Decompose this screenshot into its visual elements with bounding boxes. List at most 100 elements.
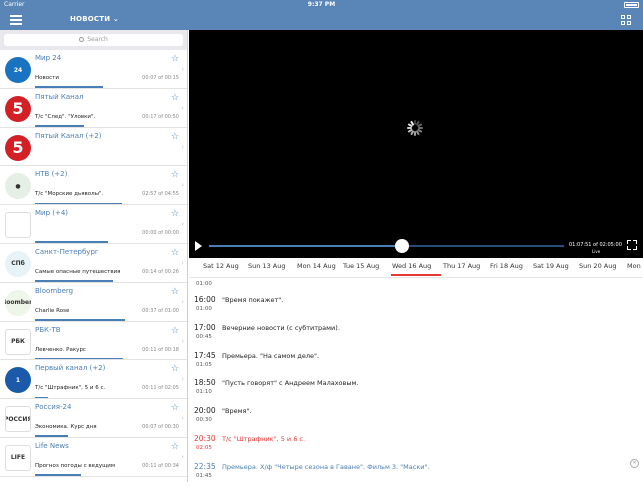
channel-logo <box>5 212 31 238</box>
search-placeholder: Search <box>87 36 108 43</box>
category-title: НОВОСТИ <box>70 15 110 23</box>
day-tab[interactable]: Sun 20 Aug <box>579 262 616 270</box>
favorite-star-icon[interactable]: ☆ <box>171 443 179 452</box>
channel-row[interactable]: СПбСанкт-ПетербургСамые опасные путешест… <box>0 244 187 283</box>
seek-handle[interactable] <box>395 239 409 253</box>
program-title: "Время покажет". <box>222 296 283 304</box>
day-tab[interactable]: Sat 12 Aug <box>203 262 239 270</box>
channel-logo: LIFE <box>5 445 31 471</box>
channel-row[interactable]: ●НТВ (+2)Т/с "Морские дьяволы".02:57 of … <box>0 166 187 205</box>
day-tab[interactable]: Wed 16 Aug <box>392 262 431 270</box>
channel-logo: 24 <box>5 57 31 83</box>
channel-row[interactable]: 5Пятый КаналТ/с "След". "Уловки".00:17 o… <box>0 89 187 128</box>
current-show: Т/с "След". "Уловки". <box>35 114 140 120</box>
day-tab[interactable]: Tue 15 Aug <box>343 262 379 270</box>
program-row[interactable]: 22:3501:45Премьера. Х/ф "Четыре сезона в… <box>189 459 643 487</box>
favorite-star-icon[interactable]: ☆ <box>171 404 179 413</box>
channel-name: Пятый Канал (+2) <box>35 132 101 140</box>
channel-row[interactable]: 5Пятый Канал (+2)☆› <box>0 128 187 167</box>
day-tab[interactable]: Thu 17 Aug <box>443 262 480 270</box>
status-bar: Carrier 9:37 PM <box>0 0 643 10</box>
favorite-star-icon[interactable]: ☆ <box>171 94 179 103</box>
favorite-star-icon[interactable]: ☆ <box>171 171 179 180</box>
show-progress-time: 00:14 of 00:26 <box>142 269 179 275</box>
favorite-star-icon[interactable]: ☆ <box>171 210 179 219</box>
day-tab[interactable]: Mon 14 Aug <box>297 262 336 270</box>
program-title: Вечерние новости (с субтитрами). <box>222 324 340 332</box>
show-progress-time: 00:37 of 01:00 <box>142 308 179 314</box>
program-row[interactable]: 20:3002:05Т/с "Штрафник", 5 и 6 с. <box>189 431 643 459</box>
program-start-time: 01:00 <box>196 281 212 287</box>
current-show: Charlie Rose <box>35 308 140 314</box>
program-duration: 00:30 <box>196 417 212 423</box>
video-player[interactable]: 01:07:51 of 02:05:00 Live <box>189 30 643 258</box>
program-title: Премьера. "На самом деле". <box>222 352 319 360</box>
channel-row[interactable]: Мир (+4)00:00 of 00:00☆› <box>0 205 187 244</box>
program-duration: 01:05 <box>196 362 212 368</box>
channel-name: Life News <box>35 442 69 450</box>
channel-row[interactable]: 24Мир 24Новости00:07 of 00:15☆› <box>0 50 187 89</box>
program-row[interactable]: 18:5001:10"Пусть говорят" с Андреем Мала… <box>189 375 643 403</box>
channel-row[interactable]: РОССИЯРоссия-24Экономика. Курс дня00:07 … <box>0 399 187 438</box>
favorite-star-icon[interactable]: ☆ <box>171 288 179 297</box>
channel-list: Search 24Мир 24Новости00:07 of 00:15☆›5П… <box>0 30 188 482</box>
day-tab[interactable]: Mon <box>627 262 641 270</box>
program-title: Премьера. Х/ф "Четыре сезона в Гаване". … <box>222 463 430 471</box>
current-show: Левченко. Ракурс <box>35 347 140 353</box>
favorite-star-icon[interactable]: ☆ <box>171 133 179 142</box>
channel-row[interactable]: BloombergBloombergCharlie Rose00:37 of 0… <box>0 283 187 322</box>
channel-row[interactable]: РБКРБК-ТВЛевченко. Ракурс00:11 of 00:18☆… <box>0 322 187 361</box>
chevron-right-icon: › <box>181 298 184 306</box>
favorite-star-icon[interactable]: ☆ <box>171 249 179 258</box>
channel-logo: РОССИЯ <box>5 406 31 432</box>
play-icon[interactable] <box>195 241 202 251</box>
current-show: Т/с "Штрафник", 5 и 6 с. <box>35 385 140 391</box>
show-progress-bar <box>35 358 123 360</box>
show-progress-bar <box>35 474 81 476</box>
day-tab[interactable]: Sat 19 Aug <box>533 262 569 270</box>
favorite-star-icon[interactable]: ☆ <box>171 55 179 64</box>
program-start-time: 17:45 <box>194 351 216 360</box>
favorite-star-icon[interactable]: ☆ <box>171 365 179 374</box>
program-row[interactable]: 01:00 <box>189 284 643 292</box>
day-tab[interactable]: Fri 18 Aug <box>490 262 523 270</box>
channel-logo: 5 <box>5 135 31 161</box>
current-show: Прогноз погоды с ведущим <box>35 463 140 469</box>
channel-name: Санкт-Петербург <box>35 248 99 256</box>
seek-bar-fill <box>209 245 402 247</box>
seek-bar[interactable] <box>209 245 564 247</box>
show-progress-bar <box>35 397 48 399</box>
program-title: Т/с "Штрафник", 5 и 6 с. <box>222 435 305 443</box>
channel-row[interactable]: LIFE Life News Прогноз погоды с ведущим00:… <box>0 438 187 477</box>
nav-bar: НОВОСТИ ⌄ <box>0 10 643 30</box>
loading-spinner-icon <box>407 120 423 136</box>
search-bar: Search <box>0 30 187 50</box>
grid-icon[interactable] <box>621 15 631 25</box>
show-progress-time: 00:11 of 00:34 <box>142 463 179 469</box>
info-icon[interactable]: ✕ <box>630 459 639 468</box>
channel-logo: 5 <box>5 96 31 122</box>
chevron-right-icon: › <box>181 337 184 345</box>
program-row[interactable]: 16:0001:00"Время покажет". <box>189 292 643 320</box>
active-day-indicator <box>391 274 441 276</box>
hamburger-icon[interactable] <box>10 15 22 25</box>
program-row[interactable]: 17:0000:45Вечерние новости (с субтитрами… <box>189 320 643 348</box>
category-selector[interactable]: НОВОСТИ ⌄ <box>70 15 119 23</box>
live-label: Live <box>592 249 600 254</box>
show-progress-time: 00:07 of 00:30 <box>142 424 179 430</box>
chevron-right-icon: › <box>181 220 184 228</box>
program-row[interactable]: 20:0000:30"Время". <box>189 403 643 431</box>
fullscreen-icon[interactable] <box>627 240 637 250</box>
chevron-right-icon: › <box>181 181 184 189</box>
day-tab[interactable]: Sun 13 Aug <box>248 262 285 270</box>
search-icon <box>79 37 84 42</box>
favorite-star-icon[interactable]: ☆ <box>171 327 179 336</box>
search-input[interactable]: Search <box>4 34 183 46</box>
chevron-right-icon: › <box>181 375 184 383</box>
chevron-right-icon: › <box>181 104 184 112</box>
channel-row[interactable]: 1Первый канал (+2)Т/с "Штрафник", 5 и 6 … <box>0 360 187 399</box>
show-progress-bar <box>35 203 122 205</box>
day-selector: Sat 12 Aug Sun 13 Aug Mon 14 Aug Tue 15 Aug… <box>189 258 643 278</box>
program-row[interactable]: 17:45 01:05 Премьера. "На самом деле". <box>189 348 643 376</box>
program-duration: 00:45 <box>196 334 212 340</box>
